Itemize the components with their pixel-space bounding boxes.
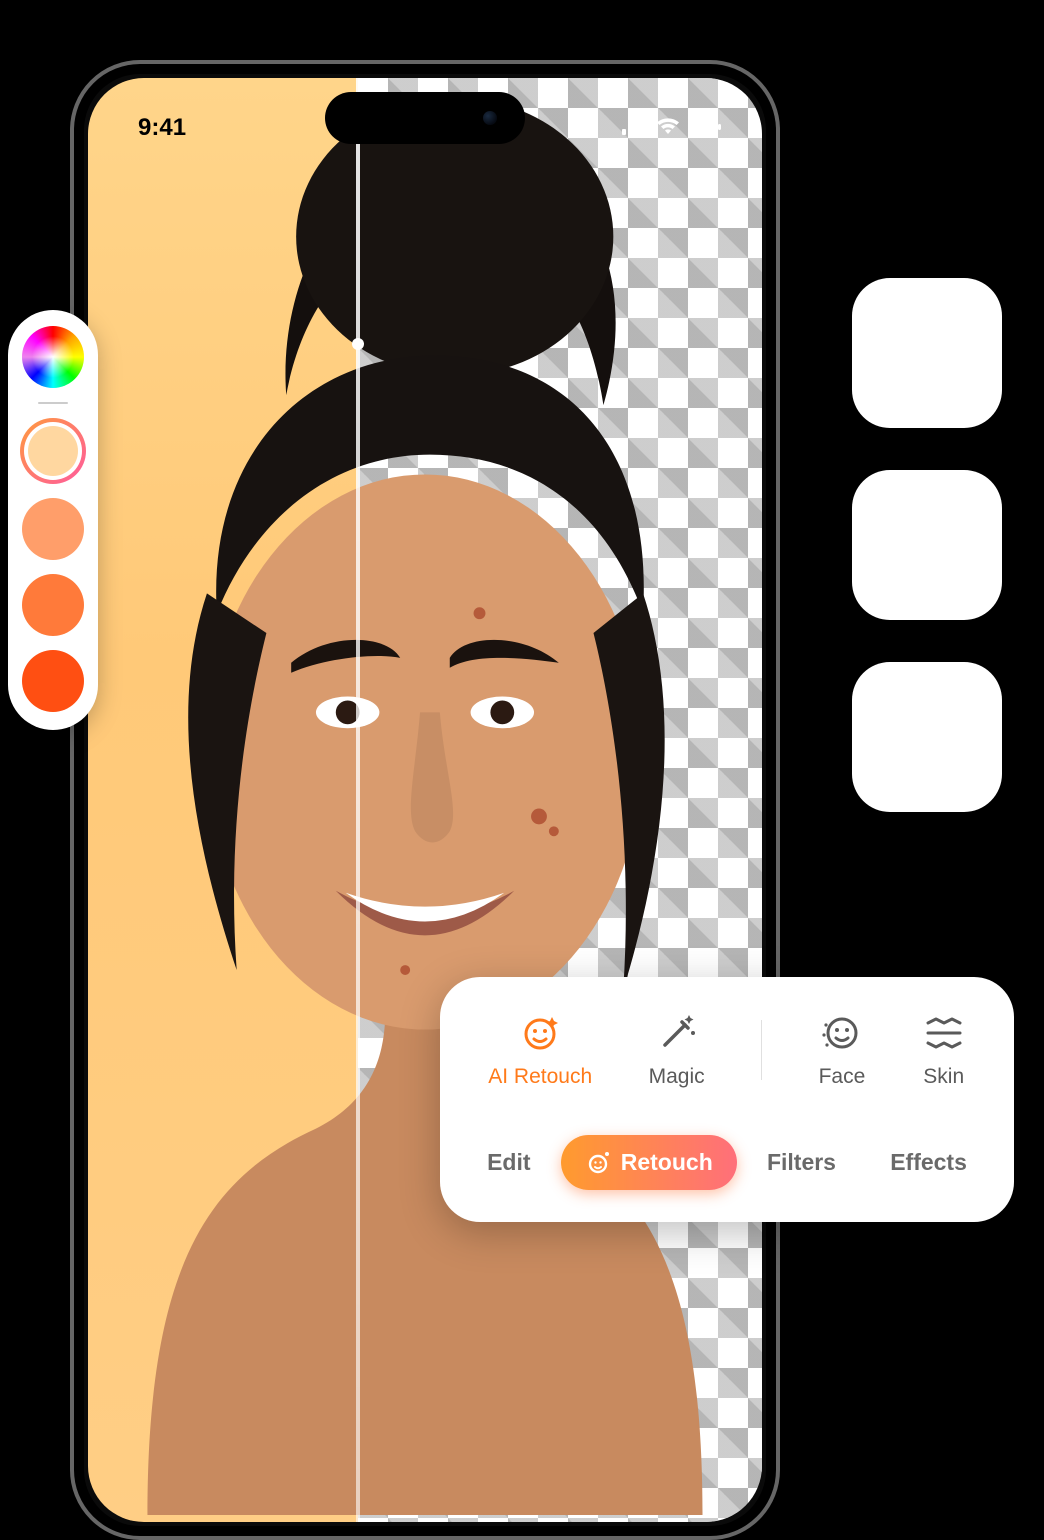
color-picker-panel [8, 310, 98, 730]
tab-retouch[interactable]: Retouch [561, 1135, 737, 1190]
color-wheel[interactable] [22, 326, 84, 388]
tool-skin[interactable]: Skin [922, 1011, 966, 1089]
battery-icon [688, 114, 722, 142]
photo-bg-transparent [358, 78, 762, 1522]
status-bar: 9:41 [88, 108, 762, 148]
side-tile-1[interactable] [852, 278, 1002, 428]
phone-frame: 9:41 [70, 60, 780, 1540]
compare-divider[interactable] [356, 78, 360, 1522]
tab-edit[interactable]: Edit [463, 1135, 554, 1190]
tool-magic[interactable]: Magic [649, 1011, 705, 1089]
side-button [778, 574, 780, 724]
phone-screen: 9:41 [88, 78, 762, 1522]
status-time: 9:41 [138, 114, 186, 142]
status-right [622, 114, 722, 142]
tool-ai-retouch[interactable]: AI Retouch [488, 1011, 592, 1089]
ai-retouch-icon [518, 1011, 562, 1055]
divider [761, 1020, 762, 1080]
tab-effects[interactable]: Effects [866, 1135, 991, 1190]
tab-label: Retouch [621, 1149, 713, 1176]
tool-label: Skin [923, 1065, 964, 1089]
retouch-icon [585, 1150, 611, 1176]
tool-label: Magic [649, 1065, 705, 1089]
photo-bg-colored [88, 78, 358, 1522]
side-tile-3[interactable] [852, 662, 1002, 812]
magic-wand-icon [655, 1011, 699, 1055]
color-swatch-2[interactable] [22, 498, 84, 560]
tab-label: Effects [890, 1149, 967, 1176]
face-icon [820, 1011, 864, 1055]
signal-icon [622, 114, 648, 142]
tab-label: Edit [487, 1149, 530, 1176]
skin-icon [922, 1011, 966, 1055]
tab-filters[interactable]: Filters [743, 1135, 860, 1190]
color-swatch-4[interactable] [22, 650, 84, 712]
side-tile-2[interactable] [852, 470, 1002, 620]
tab-row: Edit Retouch Filters Effects [460, 1135, 994, 1190]
tab-label: Filters [767, 1149, 836, 1176]
separator [38, 402, 68, 404]
color-swatch-3[interactable] [22, 574, 84, 636]
color-swatch-1[interactable] [20, 418, 86, 484]
tool-label: AI Retouch [488, 1065, 592, 1089]
editor-toolbar: AI Retouch Magic [440, 977, 1014, 1222]
wifi-icon [656, 114, 680, 142]
tool-face[interactable]: Face [819, 1011, 866, 1089]
tool-row: AI Retouch Magic [460, 1011, 994, 1089]
tool-label: Face [819, 1065, 866, 1089]
